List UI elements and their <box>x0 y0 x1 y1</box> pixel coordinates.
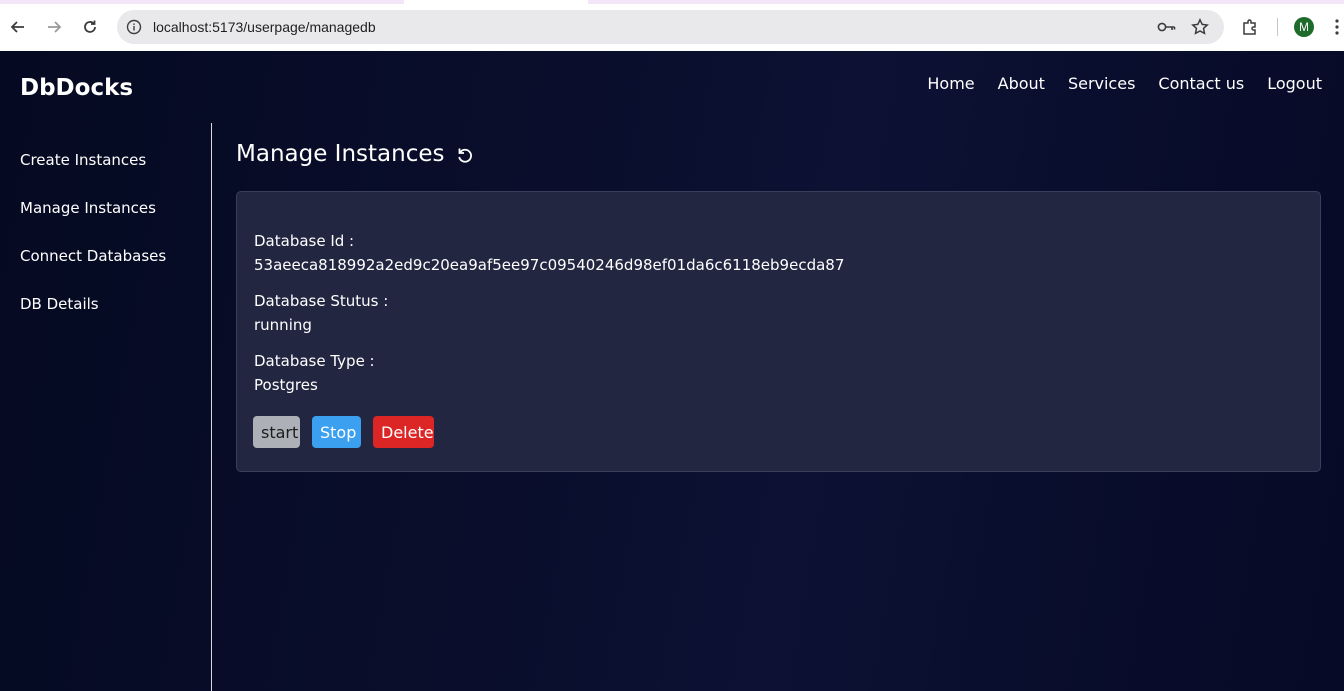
nav-contact-us[interactable]: Contact us <box>1158 74 1244 93</box>
tab-strip <box>0 0 1344 4</box>
database-status-value: running <box>254 316 312 334</box>
nav-logout[interactable]: Logout <box>1267 74 1322 93</box>
stop-button[interactable]: Stop <box>312 416 361 448</box>
database-id-label: Database Id : <box>254 232 355 250</box>
database-status-label: Database Stutus : <box>254 292 389 310</box>
nav-services[interactable]: Services <box>1068 74 1135 93</box>
password-key-icon[interactable] <box>1157 18 1177 36</box>
nav-about[interactable]: About <box>998 74 1045 93</box>
nav-home[interactable]: Home <box>927 74 974 93</box>
toolbar-divider <box>1277 18 1278 36</box>
database-type-value: Postgres <box>254 376 318 394</box>
extensions-puzzle-icon[interactable] <box>1238 15 1262 39</box>
sidebar-item-manage-instances[interactable]: Manage Instances <box>20 199 156 217</box>
instance-card: Database Id : 53aeeca818992a2ed9c20ea9af… <box>236 191 1321 472</box>
refresh-icon[interactable] <box>454 145 476 167</box>
sidebar-item-db-details[interactable]: DB Details <box>20 295 99 313</box>
database-type-label: Database Type : <box>254 352 375 370</box>
database-id-value: 53aeeca818992a2ed9c20ea9af5ee97c09540246… <box>254 256 845 274</box>
profile-avatar[interactable]: M <box>1294 17 1314 37</box>
reload-button[interactable] <box>78 15 102 39</box>
browser-toolbar: localhost:5173/userpage/managedb M <box>0 0 1344 51</box>
delete-button[interactable]: Delete <box>373 416 434 448</box>
app-page: DbDocks Home About Services Contact us L… <box>0 51 1344 691</box>
reload-icon <box>84 20 96 33</box>
forward-button[interactable] <box>42 15 66 39</box>
forward-arrow-icon <box>48 21 62 33</box>
brand-logo[interactable]: DbDocks <box>20 75 133 101</box>
address-url[interactable]: localhost:5173/userpage/managedb <box>153 19 376 35</box>
sidebar: Create Instances Manage Instances Connec… <box>0 123 212 691</box>
sidebar-item-create-instances[interactable]: Create Instances <box>20 151 146 169</box>
page-title: Manage Instances <box>236 141 445 167</box>
bookmark-star-icon[interactable] <box>1190 18 1210 36</box>
back-button[interactable] <box>6 15 30 39</box>
start-button[interactable]: start <box>253 416 300 448</box>
address-bar[interactable]: localhost:5173/userpage/managedb <box>117 10 1224 44</box>
back-arrow-icon <box>10 21 24 33</box>
site-info-icon[interactable] <box>125 18 143 36</box>
browser-menu-icon[interactable] <box>1334 18 1340 36</box>
sidebar-item-connect-databases[interactable]: Connect Databases <box>20 247 166 265</box>
top-navigation: Home About Services Contact us Logout <box>927 74 1322 93</box>
